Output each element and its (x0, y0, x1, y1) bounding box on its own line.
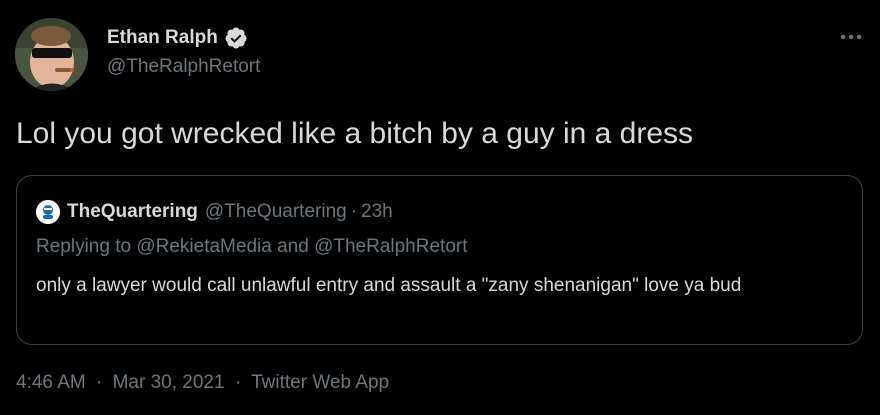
tweet-date[interactable]: Mar 30, 2021 (113, 372, 225, 393)
more-options-button[interactable] (836, 22, 866, 52)
quoted-author-name: TheQuartering (67, 201, 198, 222)
quoted-tweet[interactable]: TheQuartering @TheQuartering · 23h Reply… (16, 175, 863, 345)
quoted-avatar-icon (36, 200, 60, 224)
author-name-row[interactable]: Ethan Ralph (107, 26, 248, 50)
quoted-author-handle: @TheQuartering (204, 201, 347, 222)
quoted-avatar (36, 200, 60, 224)
author-handle[interactable]: @TheRalphRetort (107, 56, 260, 78)
mention-rekietamedia: @RekietaMedia (136, 236, 272, 257)
tweet-source[interactable]: Twitter Web App (251, 372, 389, 393)
tweet-time[interactable]: 4:46 AM (16, 372, 86, 393)
quoted-tweet-header: TheQuartering @TheQuartering · 23h (36, 200, 393, 224)
author-avatar[interactable] (15, 18, 88, 91)
replying-and: and (277, 236, 309, 257)
meta-separator: · (234, 372, 242, 393)
tweet-text: Lol you got wrecked like a bitch by a gu… (16, 117, 694, 150)
replying-prefix: Replying to (36, 236, 132, 257)
tweet-meta: 4:46 AM · Mar 30, 2021 · Twitter Web App (16, 372, 389, 394)
tweet: Ethan Ralph @TheRalphRetort Lol you got … (0, 0, 880, 415)
verified-badge-icon (225, 27, 247, 49)
quoted-time: 23h (361, 201, 393, 222)
author-name[interactable]: Ethan Ralph (107, 27, 218, 49)
replying-to: Replying to @RekietaMedia and @TheRalphR… (36, 236, 468, 258)
mention-theralphretort: @TheRalphRetort (314, 236, 468, 257)
more-icon (840, 34, 862, 40)
avatar-image (15, 18, 88, 91)
quoted-separator: · (350, 201, 358, 222)
meta-separator: · (96, 372, 103, 393)
quoted-tweet-text: only a lawyer would call unlawful entry … (36, 275, 742, 296)
